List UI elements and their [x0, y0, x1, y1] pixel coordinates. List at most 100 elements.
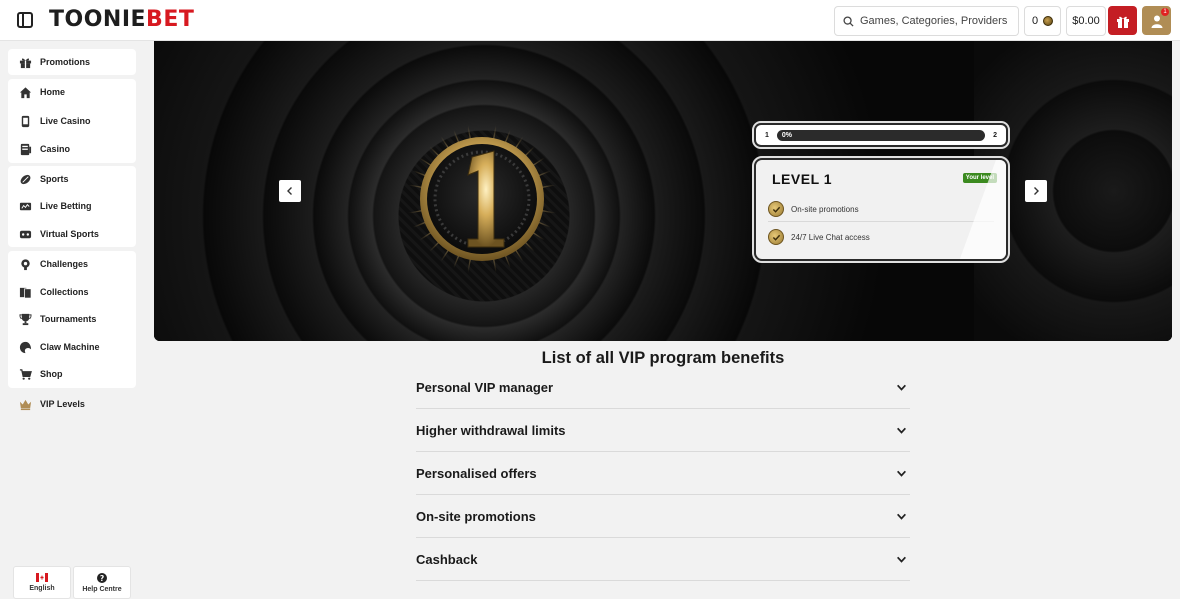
level-medal-image [377, 94, 587, 304]
chevron-down-icon [897, 384, 906, 391]
benefit-accordion-label: Personalised offers [416, 465, 537, 481]
benefit-accordion-item[interactable]: On-site promotions [416, 495, 910, 538]
sidebar-item-label: Live Betting [40, 201, 92, 211]
sidebar-item-label: Challenges [40, 259, 89, 269]
check-badge-icon [768, 201, 784, 217]
sidebar-item-label: VIP Levels [40, 399, 85, 409]
gift-button[interactable] [1108, 6, 1137, 35]
coins-counter[interactable]: 0 [1024, 6, 1061, 36]
sidebar-item-live-betting[interactable]: Live Betting [8, 193, 136, 219]
sidebar-item-label: Casino [40, 144, 71, 154]
search-icon [843, 15, 854, 27]
check-badge-icon [768, 229, 784, 245]
sidebar-item-tournaments[interactable]: Tournaments [8, 306, 136, 332]
progress-track: 0% [776, 129, 986, 141]
crown-icon [19, 399, 32, 410]
logo-text-part1: TOONIE [49, 7, 147, 32]
sidebar-group-casino: Home Live Casino Casino [8, 79, 136, 163]
vip-banner: 1 0% 2 LEVEL 1 Your level On-site promot… [154, 41, 1172, 341]
sidebar-item-label: Shop [40, 369, 63, 379]
benefit-accordion-item[interactable]: Cashback [416, 538, 910, 581]
logo[interactable]: TOONIEBET [49, 7, 194, 33]
chevron-down-icon [897, 470, 906, 477]
home-icon [19, 86, 32, 98]
gift-icon [19, 57, 32, 68]
sidebar-item-label: Collections [40, 287, 89, 297]
benefit-accordion-item[interactable]: Personalised offers [416, 452, 910, 495]
benefit-accordion-label: Higher withdrawal limits [416, 422, 566, 438]
live-betting-icon [19, 202, 32, 210]
sidebar-item-sports[interactable]: Sports [8, 166, 136, 192]
level-benefit-label: On-site promotions [791, 204, 859, 214]
sidebar-item-label: Virtual Sports [40, 229, 99, 239]
logo-text-part2: BET [146, 7, 195, 32]
sidebar-item-casino[interactable]: Casino [8, 136, 136, 162]
collections-icon [19, 287, 32, 298]
balance-display[interactable]: $0.00 [1066, 6, 1106, 36]
benefit-accordion-item[interactable]: Personal VIP manager [416, 366, 910, 409]
progress-percent: 0% [781, 131, 793, 139]
sidebar-item-home[interactable]: Home [8, 79, 136, 105]
benefit-accordion-label: Personal VIP manager [416, 379, 554, 395]
sidebar-item-label: Live Casino [40, 116, 91, 126]
level-card: LEVEL 1 Your level On-site promotions 24… [752, 156, 1010, 263]
sidebar-toggle-icon[interactable] [17, 12, 33, 28]
sidebar-item-label: Sports [40, 174, 69, 184]
sidebar-item-collections[interactable]: Collections [8, 279, 136, 305]
benefit-accordion-label: On-site promotions [416, 508, 536, 524]
chevron-left-icon [287, 187, 292, 195]
chevron-down-icon [897, 427, 906, 434]
cart-icon [19, 368, 32, 380]
claw-machine-icon [19, 341, 32, 353]
sidebar-group-extras: Challenges Collections Tournaments Claw … [8, 251, 136, 388]
sidebar-item-label: Claw Machine [40, 342, 100, 352]
canada-flag-icon [36, 573, 48, 582]
balance-value: $0.00 [1072, 15, 1100, 27]
next-level-button[interactable] [1025, 180, 1047, 202]
live-casino-icon [21, 115, 30, 127]
sidebar-item-claw-machine[interactable]: Claw Machine [8, 334, 136, 360]
chevron-down-icon [897, 513, 906, 520]
level-benefit-label: 24/7 Live Chat access [791, 232, 870, 242]
coins-value: 0 [1031, 15, 1039, 27]
sidebar-item-label: Tournaments [40, 314, 97, 324]
prev-level-button[interactable] [279, 180, 301, 202]
progress-to-level: 2 [993, 131, 997, 139]
coin-icon [1043, 16, 1054, 26]
progress-from-level: 1 [765, 131, 769, 139]
top-header: TOONIEBET 0 $0.00 1 [0, 0, 1180, 41]
language-button[interactable]: English [13, 566, 71, 599]
sidebar-item-promotions[interactable]: Promotions [8, 49, 136, 75]
challenges-icon [21, 258, 30, 270]
benefit-accordion-item[interactable]: Higher withdrawal limits [416, 409, 910, 452]
casino-icon [20, 143, 32, 155]
sidebar-item-live-casino[interactable]: Live Casino [8, 108, 136, 134]
sidebar-item-virtual-sports[interactable]: Virtual Sports [8, 221, 136, 247]
sidebar-item-vip-levels[interactable]: VIP Levels [8, 391, 136, 417]
benefit-accordion-label: Cashback [416, 551, 478, 567]
level-benefit: 24/7 Live Chat access [768, 226, 994, 248]
help-centre-button[interactable]: ? Help Centre [73, 566, 131, 599]
notification-badge: 1 [1161, 8, 1169, 16]
sidebar-item-shop[interactable]: Shop [8, 361, 136, 387]
your-level-badge: Your level [962, 173, 997, 183]
level-progress: 1 0% 2 [752, 121, 1010, 149]
sidebar-item-label: Promotions [40, 57, 91, 67]
level-benefit: On-site promotions [768, 198, 994, 220]
sidebar-item-label: Home [40, 87, 66, 97]
benefit-divider [768, 221, 994, 222]
language-label: English [29, 585, 55, 592]
search-input[interactable] [860, 15, 1010, 27]
svg-text:?: ? [100, 574, 104, 583]
sidebar-item-challenges[interactable]: Challenges [8, 251, 136, 277]
sidebar-group-sports: Sports Live Betting Virtual Sports [8, 166, 136, 247]
help-label: Help Centre [82, 585, 122, 593]
trophy-icon [19, 313, 32, 325]
virtual-sports-icon [19, 230, 32, 238]
sports-icon [20, 174, 31, 184]
search-box[interactable] [834, 6, 1019, 36]
chevron-right-icon [1034, 187, 1039, 195]
help-icon: ? [97, 572, 107, 583]
gift-icon [1116, 16, 1129, 28]
profile-button[interactable]: 1 [1142, 6, 1171, 35]
